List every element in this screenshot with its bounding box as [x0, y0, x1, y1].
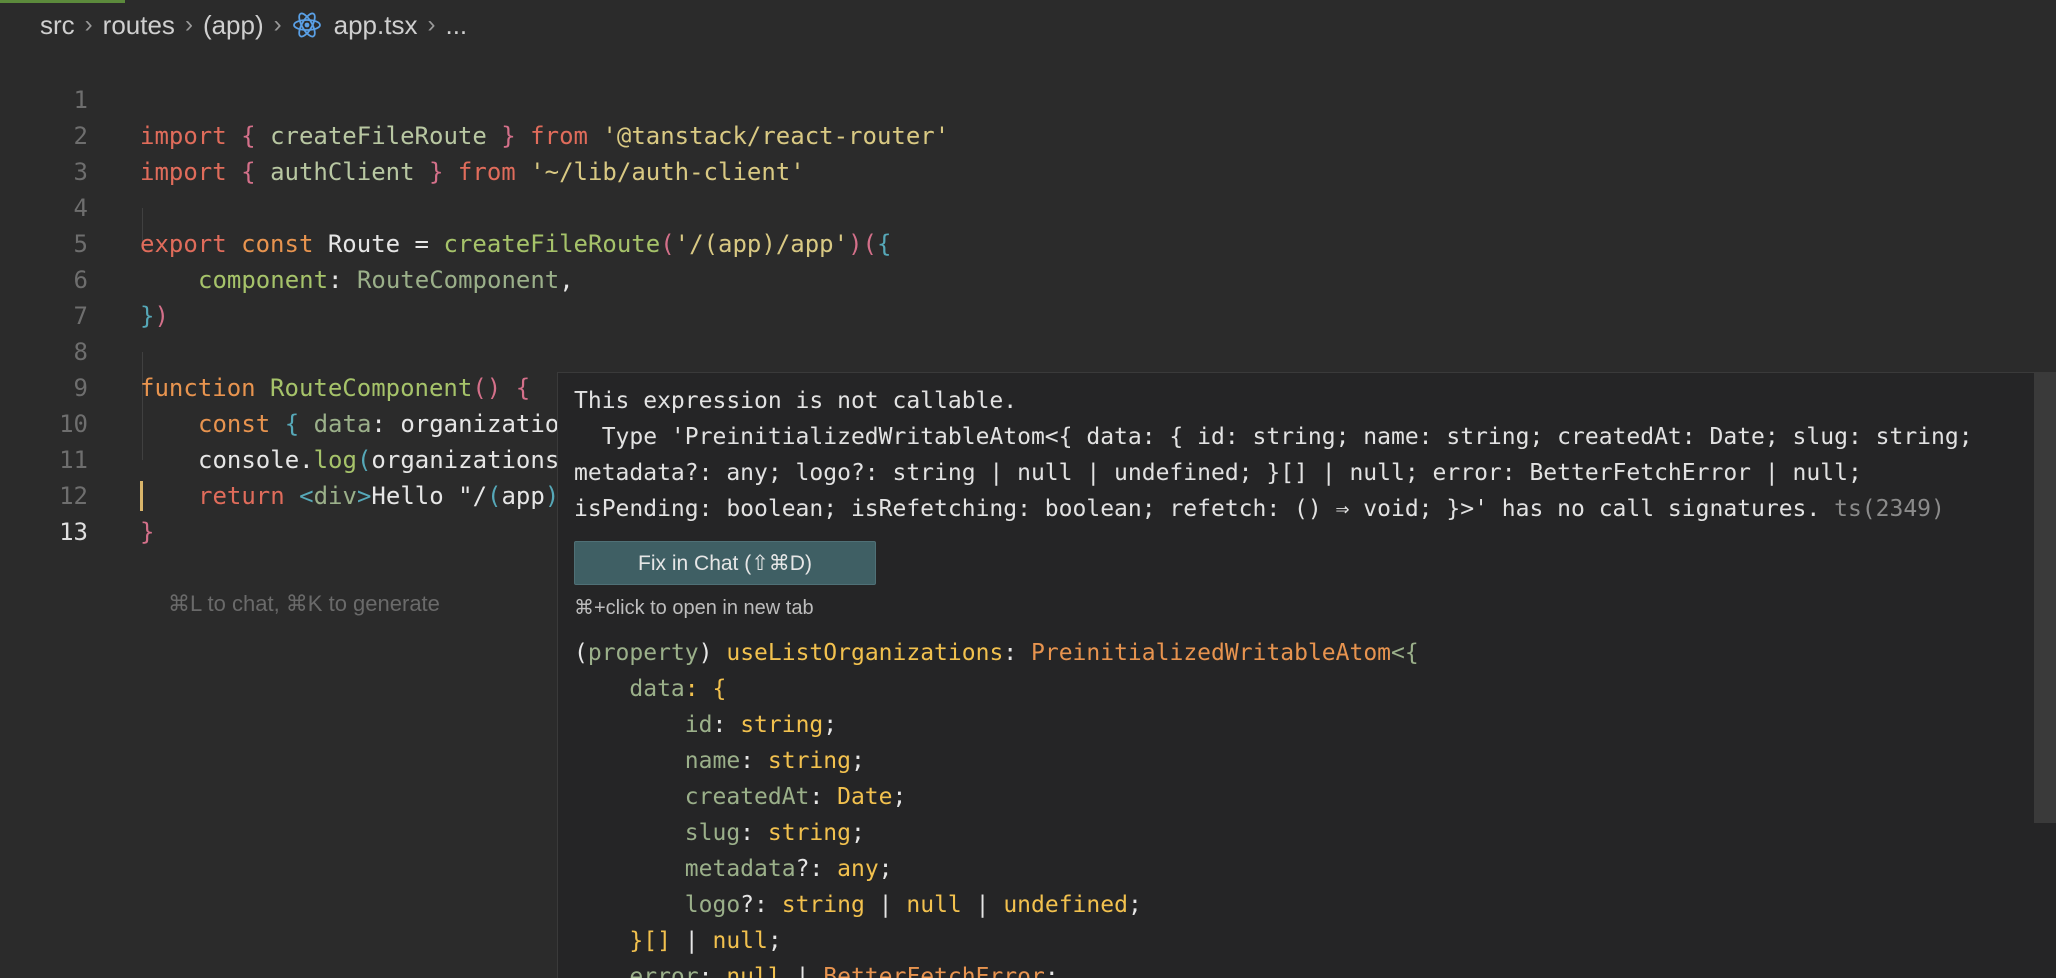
chevron-right-icon: ›	[427, 11, 436, 38]
code-line[interactable]: 6 })	[0, 226, 2056, 330]
type-signature: (property) useListOrganizations: Preinit…	[574, 640, 1419, 978]
breadcrumb-file[interactable]: app.tsx	[334, 10, 418, 41]
code-line[interactable]: 8 function RouteComponent() {	[0, 298, 2056, 402]
react-icon	[292, 10, 322, 40]
chevron-right-icon: ›	[273, 11, 282, 38]
code-line[interactable]: 3	[0, 118, 2056, 186]
breadcrumb-symbols[interactable]: ...	[445, 10, 467, 41]
chevron-right-icon: ›	[84, 11, 93, 38]
breadcrumb-routes[interactable]: routes	[103, 10, 175, 41]
error-code: ts(2349)	[1820, 496, 1945, 522]
code-line[interactable]: 9 const { data: organizations } = authCl…	[0, 334, 2056, 438]
error-message: This expression is not callable. Type 'P…	[574, 388, 1973, 522]
code-line[interactable]: 7	[0, 262, 2056, 330]
breadcrumb: src › routes › (app) › app.tsx › ...	[0, 0, 2056, 50]
text-cursor	[140, 481, 143, 511]
hover-tooltip[interactable]: This expression is not callable. Type 'P…	[557, 372, 2056, 978]
chevron-right-icon: ›	[184, 11, 193, 38]
line-number: 13	[59, 518, 88, 546]
code-line[interactable]: 1 import { createFileRoute } from '@tans…	[0, 46, 2056, 150]
code-line[interactable]: 2 import { authClient } from '~/lib/auth…	[0, 82, 2056, 186]
ai-ghost-hint: ⌘L to chat, ⌘K to generate	[168, 591, 440, 616]
code-line[interactable]: 4 export const Route = createFileRoute('…	[0, 154, 2056, 258]
code-line[interactable]: 5 component: RouteComponent,	[0, 190, 2056, 294]
open-in-new-tab-hint: ⌘+click to open in new tab	[574, 597, 814, 619]
breadcrumb-app-group[interactable]: (app)	[203, 10, 264, 41]
breadcrumb-src[interactable]: src	[40, 10, 75, 41]
tooltip-scrollbar[interactable]	[2034, 373, 2056, 823]
fix-in-chat-button[interactable]: Fix in Chat (⇧⌘D)	[574, 541, 876, 585]
